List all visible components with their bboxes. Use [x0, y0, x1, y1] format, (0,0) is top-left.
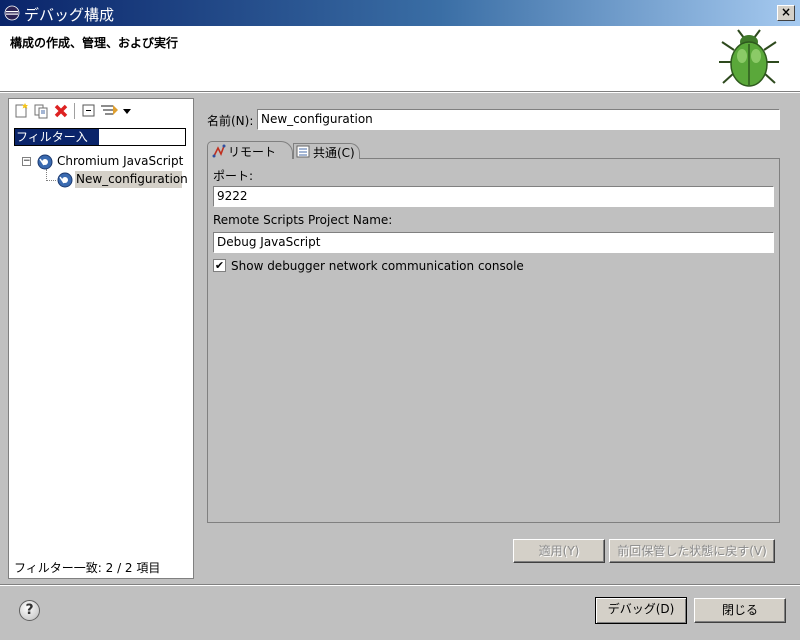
port-label: ポート:	[213, 169, 254, 183]
apply-button[interactable]: 適用(Y)	[513, 539, 605, 563]
filter-icon[interactable]	[100, 103, 122, 119]
filter-status: フィルター一致: 2 / 2 項目	[14, 561, 161, 575]
footer-divider-highlight	[0, 585, 800, 586]
banner-subtitle: 構成の作成、管理、および実行	[10, 36, 179, 50]
header-banner: 構成の作成、管理、および実行	[0, 26, 800, 92]
help-icon[interactable]: ?	[19, 600, 40, 621]
chromium-javascript-icon	[37, 154, 53, 170]
tree-guide-line	[46, 180, 56, 181]
window-close-icon[interactable]: ×	[777, 5, 795, 21]
configuration-tree-panel: フィルター入力 − Chromium JavaScript New_config…	[8, 98, 194, 579]
tree-item-new-configuration[interactable]: New_configuration	[76, 172, 188, 186]
banner-divider	[0, 92, 800, 93]
collapse-all-icon[interactable]	[81, 103, 97, 119]
toolbar-separator	[74, 103, 75, 119]
filter-input[interactable]	[14, 128, 186, 146]
new-config-icon[interactable]	[13, 103, 29, 119]
port-input[interactable]: 9222	[213, 186, 774, 207]
revert-button[interactable]: 前回保管した状態に戻す(V)	[609, 539, 775, 563]
console-checkbox-label[interactable]: Show debugger network communication cons…	[231, 259, 524, 273]
launch-config-icon	[57, 172, 73, 188]
tab-remote[interactable]: リモート	[207, 141, 293, 159]
window-title: デバッグ構成	[24, 6, 115, 24]
debug-button[interactable]: デバッグ(D)	[595, 597, 687, 624]
project-name-label: Remote Scripts Project Name:	[213, 213, 393, 227]
tab-common[interactable]: 共通(C)	[293, 143, 360, 160]
tree-item-chromium-javascript[interactable]: Chromium JavaScript	[57, 154, 183, 168]
tree-toolbar	[9, 99, 193, 123]
delete-icon[interactable]	[53, 103, 69, 119]
dropdown-arrow-icon[interactable]	[122, 103, 132, 119]
common-icon	[296, 145, 310, 158]
remote-icon	[212, 144, 226, 158]
duplicate-icon[interactable]	[33, 103, 49, 119]
project-name-input[interactable]: Debug JavaScript	[213, 232, 774, 253]
name-input[interactable]: New_configuration	[257, 109, 780, 130]
title-bar: デバッグ構成 ×	[0, 0, 800, 26]
name-label: 名前(N):	[207, 114, 254, 128]
eclipse-app-icon	[4, 5, 20, 21]
tree-collapse-toggle[interactable]: −	[22, 157, 31, 166]
console-checkbox[interactable]: ✔	[213, 259, 226, 272]
debug-bug-icon	[719, 29, 779, 87]
close-button[interactable]: 閉じる	[694, 598, 786, 623]
